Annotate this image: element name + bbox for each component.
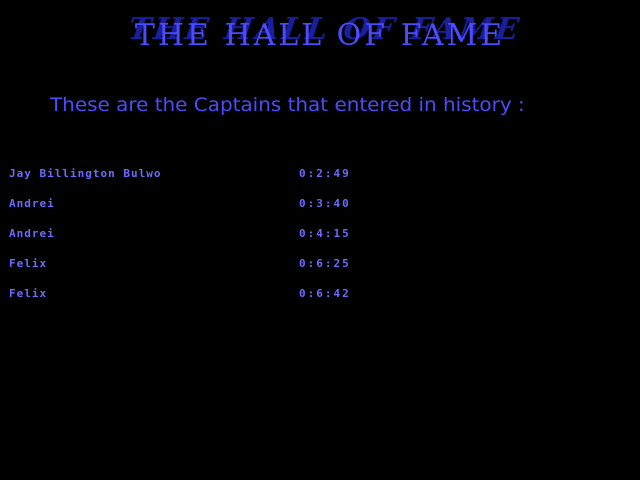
score-row: Felix 0:6:42 <box>9 285 629 315</box>
score-row: Jay Billington Bulwo 0:2:49 <box>9 165 629 195</box>
score-row: Felix 0:6:25 <box>9 255 629 285</box>
score-row: Andrei 0:4:15 <box>9 225 629 255</box>
captain-name: Andrei <box>9 227 55 240</box>
captain-time: 0:6:42 <box>299 287 351 300</box>
score-list: Jay Billington Bulwo 0:2:49 Andrei 0:3:4… <box>9 165 629 315</box>
captain-name: Jay Billington Bulwo <box>9 167 162 180</box>
captain-name: Felix <box>9 287 48 300</box>
hall-of-fame-screen: THE HALL OF FAME THE HALL OF FAME These … <box>0 0 640 480</box>
captain-time: 0:3:40 <box>299 197 351 210</box>
captain-name: Felix <box>9 257 48 270</box>
captain-time: 0:4:15 <box>299 227 351 240</box>
subtitle: These are the Captains that entered in h… <box>50 94 525 116</box>
captain-time: 0:2:49 <box>299 167 351 180</box>
captain-name: Andrei <box>9 197 55 210</box>
score-row: Andrei 0:3:40 <box>9 195 629 225</box>
captain-time: 0:6:25 <box>299 257 351 270</box>
page-title: THE HALL OF FAME THE HALL OF FAME <box>0 12 640 64</box>
title-text: THE HALL OF FAME <box>134 18 506 53</box>
